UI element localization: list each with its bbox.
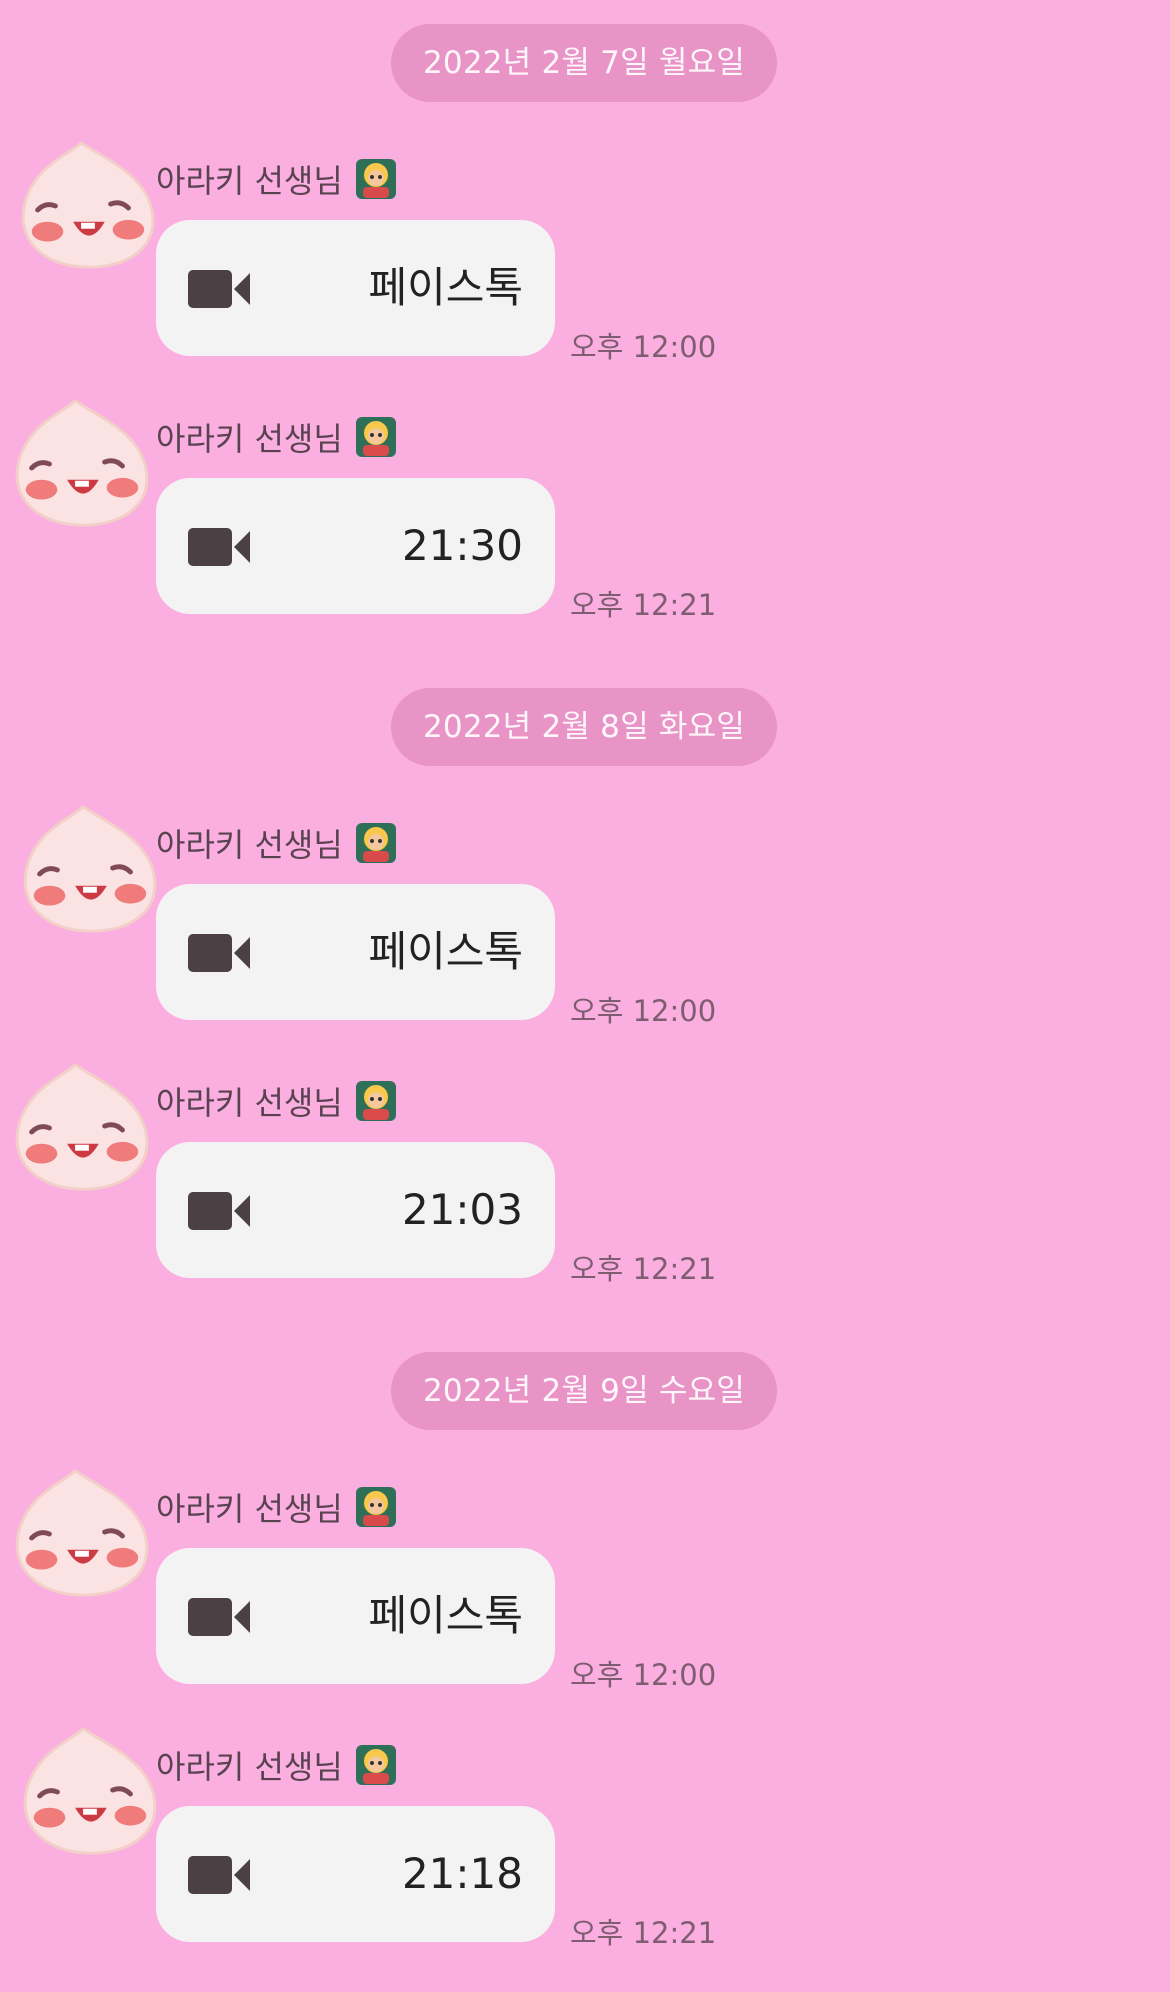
call-duration: 21:18 bbox=[401, 1849, 523, 1898]
facetalk-bubble[interactable]: 페이스톡 bbox=[156, 884, 555, 1020]
call-label: 페이스톡 bbox=[368, 927, 523, 976]
facetalk-bubble[interactable]: 페이스톡 bbox=[156, 220, 555, 356]
apeach-avatar-icon[interactable] bbox=[6, 1060, 154, 1196]
message-time: 오후 12:21 bbox=[570, 1252, 717, 1286]
message-time: 오후 12:21 bbox=[570, 588, 717, 622]
call-label: 페이스톡 bbox=[368, 1591, 523, 1640]
sender-name: 아라키 선생님 bbox=[156, 414, 397, 460]
message-time: 오후 12:00 bbox=[570, 994, 717, 1028]
chat-room: 2022년 2월 7일 월요일 아라키 선생님 페이스톡 오후 12:00 아라… bbox=[0, 0, 1170, 1992]
video-camera-icon bbox=[188, 528, 250, 566]
teacher-emoji-icon bbox=[355, 159, 396, 199]
sender-label: 아라키 선생님 bbox=[156, 420, 343, 458]
video-camera-icon bbox=[188, 1598, 250, 1636]
teacher-emoji-icon bbox=[355, 1745, 396, 1785]
apeach-avatar-icon[interactable] bbox=[6, 1466, 154, 1602]
sender-name: 아라키 선생님 bbox=[156, 156, 397, 202]
sender-label: 아라키 선생님 bbox=[156, 826, 343, 864]
apeach-avatar-icon[interactable] bbox=[12, 138, 160, 274]
video-camera-icon bbox=[188, 1856, 250, 1894]
message-time: 오후 12:21 bbox=[570, 1916, 717, 1950]
message-time: 오후 12:00 bbox=[570, 330, 717, 364]
teacher-emoji-icon bbox=[355, 823, 396, 863]
apeach-avatar-icon[interactable] bbox=[6, 396, 154, 532]
call-duration: 21:30 bbox=[401, 521, 523, 570]
teacher-emoji-icon bbox=[355, 1081, 396, 1121]
sender-name: 아라키 선생님 bbox=[156, 1078, 397, 1124]
teacher-emoji-icon bbox=[355, 1487, 396, 1527]
video-camera-icon bbox=[188, 934, 250, 972]
date-divider: 2022년 2월 8일 화요일 bbox=[391, 688, 777, 766]
sender-name: 아라키 선생님 bbox=[156, 1742, 397, 1788]
video-camera-icon bbox=[188, 270, 250, 308]
teacher-emoji-icon bbox=[355, 417, 396, 457]
apeach-avatar-icon[interactable] bbox=[14, 802, 162, 938]
facetalk-bubble[interactable]: 페이스톡 bbox=[156, 1548, 555, 1684]
facetalk-bubble[interactable]: 21:03 bbox=[156, 1142, 555, 1278]
sender-name: 아라키 선생님 bbox=[156, 820, 397, 866]
sender-label: 아라키 선생님 bbox=[156, 162, 343, 200]
date-divider: 2022년 2월 7일 월요일 bbox=[391, 24, 777, 102]
facetalk-bubble[interactable]: 21:30 bbox=[156, 478, 555, 614]
message: 아라키 선생님 페이스톡 오후 12:00 bbox=[0, 802, 1170, 1042]
facetalk-bubble[interactable]: 21:18 bbox=[156, 1806, 555, 1942]
sender-name: 아라키 선생님 bbox=[156, 1484, 397, 1530]
sender-label: 아라키 선생님 bbox=[156, 1490, 343, 1528]
date-divider: 2022년 2월 9일 수요일 bbox=[391, 1352, 777, 1430]
message: 아라키 선생님 페이스톡 오후 12:00 bbox=[0, 138, 1170, 378]
message: 아라키 선생님 페이스톡 오후 12:00 bbox=[0, 1466, 1170, 1706]
message-time: 오후 12:00 bbox=[570, 1658, 717, 1692]
call-duration: 21:03 bbox=[401, 1185, 523, 1234]
video-camera-icon bbox=[188, 1192, 250, 1230]
call-label: 페이스톡 bbox=[368, 263, 523, 312]
message: 아라키 선생님 21:30 오후 12:21 bbox=[0, 396, 1170, 636]
apeach-avatar-icon[interactable] bbox=[14, 1724, 162, 1860]
sender-label: 아라키 선생님 bbox=[156, 1084, 343, 1122]
message: 아라키 선생님 21:03 오후 12:21 bbox=[0, 1060, 1170, 1300]
message: 아라키 선생님 21:18 오후 12:21 bbox=[0, 1724, 1170, 1964]
sender-label: 아라키 선생님 bbox=[156, 1748, 343, 1786]
